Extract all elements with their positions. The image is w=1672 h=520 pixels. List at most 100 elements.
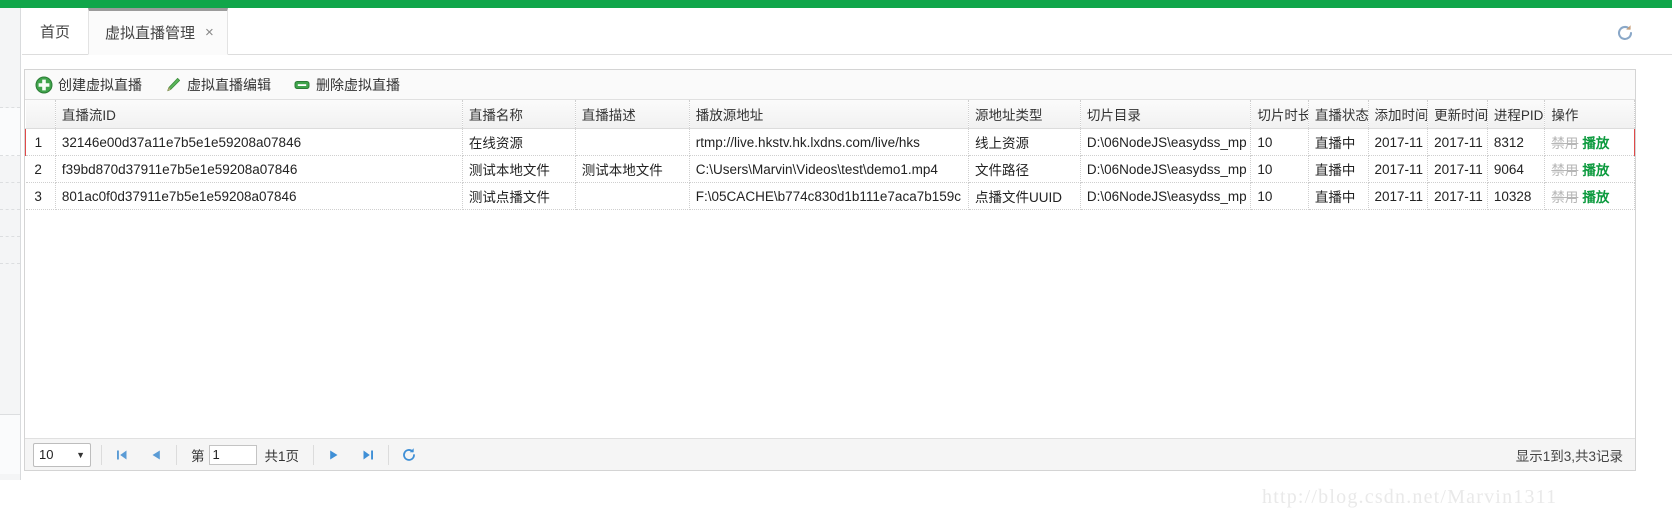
plus-circle-icon: [35, 76, 53, 94]
cell-name: 测试点播文件: [462, 182, 576, 210]
column-header-update-time[interactable]: 更新时间: [1427, 100, 1488, 129]
divider: [176, 444, 177, 465]
last-page-icon[interactable]: [358, 445, 378, 465]
grid-toolbar: 创建虚拟直播 虚拟直播编辑 删除虚拟直播: [25, 70, 1635, 100]
record-summary: 显示1到3,共3记录: [1515, 448, 1623, 464]
close-icon[interactable]: ×: [205, 25, 214, 40]
cell-source-url: F:\05CACHE\b774c830d1b111e7aca7b159c: [689, 182, 969, 210]
edit-virtual-live-label: 虚拟直播编辑: [187, 76, 271, 93]
page-total-label: 共1页: [264, 448, 300, 464]
cell-description: [575, 182, 690, 210]
divider: [101, 444, 102, 465]
page-number-input[interactable]: [208, 444, 257, 465]
table-row[interactable]: 2 f39bd870d37911e7b5e1e59208a07846 测试本地文…: [25, 155, 1635, 183]
cell-status: 直播中: [1308, 155, 1369, 183]
cell-source-type: 文件路径: [968, 155, 1081, 183]
datagrid-panel: 创建虚拟直播 虚拟直播编辑 删除虚拟直播 直播流ID 直播名称 直播描述 播放源…: [24, 69, 1636, 471]
table-header-row: 直播流ID 直播名称 直播描述 播放源地址 源地址类型 切片目录 切片时长 直播…: [25, 100, 1635, 129]
table-body: 1 32146e00d37a11e7b5e1e59208a07846 在线资源 …: [25, 128, 1635, 210]
cell-add-time: 2017-11: [1368, 128, 1429, 156]
row-index: 2: [25, 155, 56, 183]
cell-operation: 禁用 播放: [1544, 182, 1635, 210]
pencil-icon: [164, 76, 182, 94]
column-header-add-time[interactable]: 添加时间: [1368, 100, 1429, 129]
page-size-select[interactable]: 10 ▼: [33, 442, 91, 467]
cell-slice-duration: 10: [1250, 155, 1309, 183]
cell-slice-dir: D:\06NodeJS\easydss_mp: [1080, 182, 1252, 210]
cell-source-url: C:\Users\Marvin\Videos\test\demo1.mp4: [689, 155, 969, 183]
next-page-icon[interactable]: [324, 445, 344, 465]
edit-virtual-live-button[interactable]: 虚拟直播编辑: [164, 75, 271, 95]
cell-stream-id: 801ac0f0d37911e7b5e1e59208a07846: [55, 182, 463, 210]
cell-update-time: 2017-11: [1427, 182, 1488, 210]
column-header-status[interactable]: 直播状态: [1308, 100, 1369, 129]
delete-virtual-live-button[interactable]: 删除虚拟直播: [293, 75, 400, 95]
delete-virtual-live-label: 删除虚拟直播: [316, 76, 400, 93]
watermark: http://blog.csdn.net/Marvin1311: [1262, 486, 1558, 508]
column-header-slice-duration[interactable]: 切片时长: [1250, 100, 1309, 129]
disable-link[interactable]: 禁用: [1551, 163, 1578, 178]
cell-operation: 禁用 播放: [1544, 128, 1635, 156]
minus-box-icon: [293, 76, 311, 94]
cell-source-type: 线上资源: [968, 128, 1081, 156]
page-size-value: 10: [39, 447, 54, 462]
table-row[interactable]: 3 801ac0f0d37911e7b5e1e59208a07846 测试点播文…: [25, 182, 1635, 210]
cell-pid: 9064: [1487, 155, 1546, 183]
sidebar-sliver: [0, 8, 21, 520]
cell-status: 直播中: [1308, 128, 1369, 156]
row-index: 3: [25, 182, 56, 210]
cell-stream-id: 32146e00d37a11e7b5e1e59208a07846: [55, 128, 463, 156]
column-header-stream-id[interactable]: 直播流ID: [55, 100, 463, 129]
cell-source-url: rtmp://live.hkstv.hk.lxdns.com/live/hks: [689, 128, 969, 156]
cell-operation: 禁用 播放: [1544, 155, 1635, 183]
column-header-description[interactable]: 直播描述: [575, 100, 690, 129]
play-link[interactable]: 播放: [1582, 190, 1609, 205]
chevron-down-icon: ▼: [76, 449, 85, 460]
pagination-bar: 10 ▼ 第 1 共1页 显示1到3,共3记录: [25, 438, 1635, 470]
cell-slice-duration: 10: [1250, 128, 1309, 156]
cell-slice-dir: D:\06NodeJS\easydss_mp: [1080, 128, 1252, 156]
table-row[interactable]: 1 32146e00d37a11e7b5e1e59208a07846 在线资源 …: [25, 128, 1635, 156]
tab-strip: 首页 虚拟直播管理 ×: [22, 8, 1672, 55]
app-window: 首页 虚拟直播管理 × 创建虚拟直播 虚拟直播编辑 删除虚拟直播 直播流ID 直…: [0, 0, 1672, 520]
tab-virtual-live-manage[interactable]: 虚拟直播管理 ×: [88, 8, 228, 55]
cell-update-time: 2017-11: [1427, 128, 1488, 156]
refresh-icon[interactable]: [1614, 22, 1636, 44]
cell-source-type: 点播文件UUID: [968, 182, 1081, 210]
column-header-pid[interactable]: 进程PID: [1487, 100, 1546, 129]
prev-page-icon[interactable]: [146, 445, 166, 465]
cell-pid: 8312: [1487, 128, 1546, 156]
cell-description: [575, 128, 690, 156]
cell-name: 在线资源: [462, 128, 576, 156]
pager-refresh-icon[interactable]: [399, 445, 419, 465]
column-header-name[interactable]: 直播名称: [462, 100, 576, 129]
column-header-operation[interactable]: 操作: [1544, 100, 1635, 129]
cell-name: 测试本地文件: [462, 155, 576, 183]
cell-status: 直播中: [1308, 182, 1369, 210]
cell-add-time: 2017-11: [1368, 155, 1429, 183]
column-header-source-type[interactable]: 源地址类型: [968, 100, 1081, 129]
row-index: 1: [25, 128, 56, 156]
tab-active-label: 虚拟直播管理: [105, 25, 196, 42]
tab-home[interactable]: 首页: [22, 8, 88, 55]
column-header-index[interactable]: [25, 100, 56, 129]
first-page-icon[interactable]: [112, 445, 132, 465]
column-header-slice-dir[interactable]: 切片目录: [1080, 100, 1252, 129]
page-prefix-label: 第: [191, 448, 205, 464]
create-virtual-live-button[interactable]: 创建虚拟直播: [35, 75, 142, 95]
cell-description: 测试本地文件: [575, 155, 690, 183]
brand-top-bar: [0, 0, 1672, 8]
play-link[interactable]: 播放: [1582, 136, 1609, 151]
datagrid-body: 直播流ID 直播名称 直播描述 播放源地址 源地址类型 切片目录 切片时长 直播…: [25, 100, 1635, 438]
play-link[interactable]: 播放: [1582, 163, 1609, 178]
cell-slice-dir: D:\06NodeJS\easydss_mp: [1080, 155, 1252, 183]
disable-link[interactable]: 禁用: [1551, 136, 1578, 151]
tab-home-label: 首页: [39, 24, 70, 41]
disable-link[interactable]: 禁用: [1551, 190, 1578, 205]
column-header-source-url[interactable]: 播放源地址: [689, 100, 969, 129]
virtual-live-table: 直播流ID 直播名称 直播描述 播放源地址 源地址类型 切片目录 切片时长 直播…: [25, 100, 1635, 210]
create-virtual-live-label: 创建虚拟直播: [58, 76, 142, 93]
cell-slice-duration: 10: [1250, 182, 1309, 210]
cell-pid: 10328: [1487, 182, 1546, 210]
content-panel: 创建虚拟直播 虚拟直播编辑 删除虚拟直播 直播流ID 直播名称 直播描述 播放源…: [22, 55, 1656, 480]
